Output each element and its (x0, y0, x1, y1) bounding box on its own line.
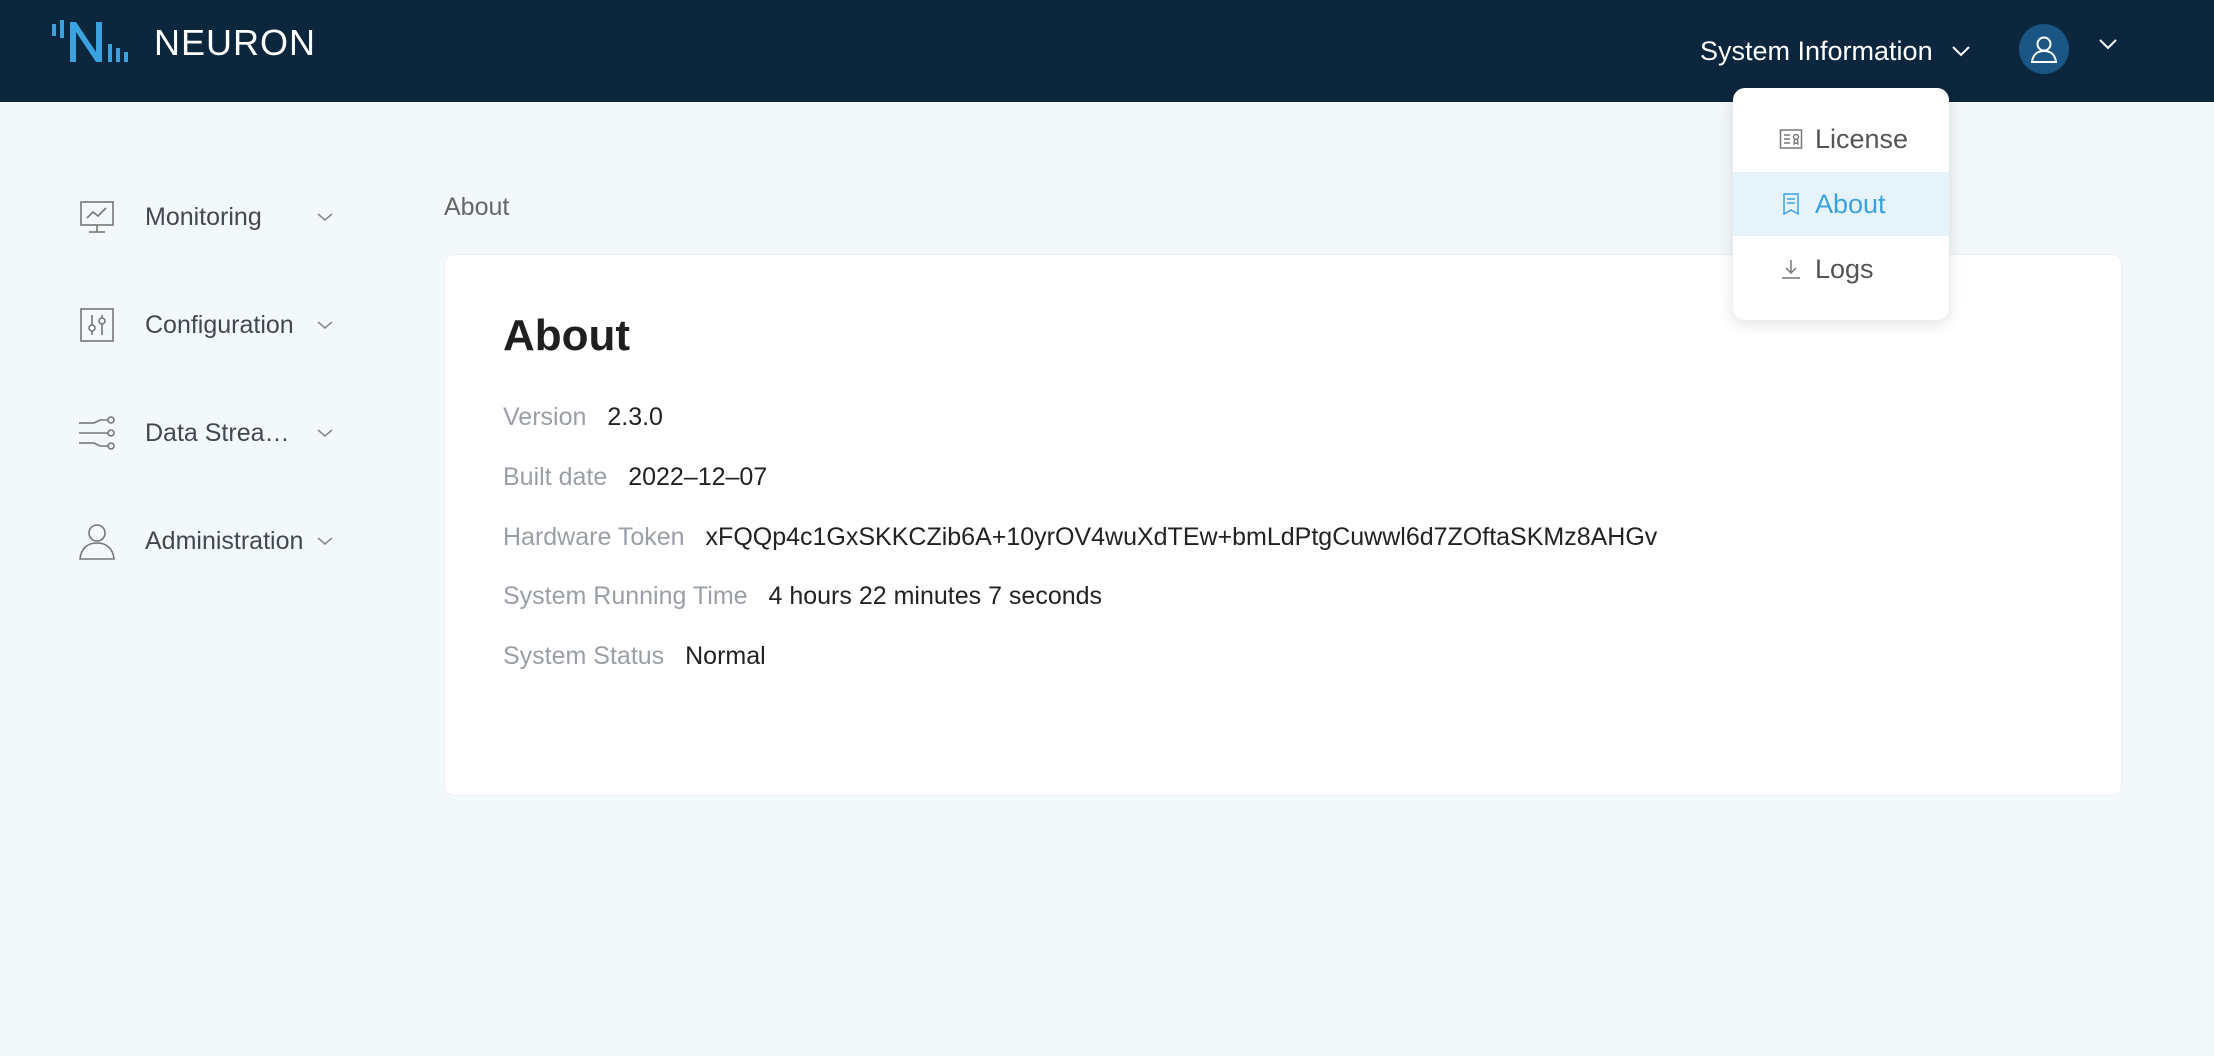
system-information-dropdown: License About Logs (1733, 88, 1949, 320)
info-value: xFQQp4c1GxSKKCZib6A+10yrOV4wuXdTEw+bmLdP… (705, 523, 1658, 551)
download-icon (1782, 260, 1800, 279)
chevron-down-icon (317, 537, 333, 546)
info-value: 4 hours 22 minutes 7 seconds (768, 582, 1103, 610)
about-card: About Version 2.3.0 Built date 2022–12–0… (444, 254, 2122, 796)
breadcrumb: About (444, 193, 510, 221)
user-icon (76, 520, 118, 562)
page-title: About (503, 311, 631, 360)
top-header: NEURON System Information (0, 0, 2214, 102)
info-row-built-date: Built date 2022–12–07 (503, 463, 767, 492)
neuron-logo-icon (52, 20, 128, 62)
user-avatar[interactable] (2019, 24, 2069, 74)
user-menu-chevron-icon[interactable] (2098, 38, 2118, 50)
status-value: Normal (685, 642, 766, 670)
sidebar-item-label: Data Stream Processing (145, 418, 309, 447)
chevron-down-icon (1951, 46, 1970, 57)
info-key: System Running Time (503, 582, 748, 610)
brand-name: NEURON (154, 22, 317, 63)
sidebar-item-label: Monitoring (145, 202, 262, 231)
info-value: 2.3.0 (607, 403, 663, 431)
user-icon (2030, 36, 2058, 63)
sidebar-item-label: Administration (145, 526, 304, 555)
menu-item-label: About (1815, 188, 1886, 219)
menu-item-about[interactable]: About (1733, 172, 1949, 236)
sidebar-item-administration[interactable]: Administration (76, 511, 338, 571)
sidebar-item-configuration[interactable]: Configuration (76, 295, 338, 355)
chevron-down-icon (317, 213, 333, 222)
info-row-system-running-time: System Running Time 4 hours 22 minutes 7… (503, 582, 1102, 611)
data-stream-icon (76, 412, 118, 454)
bookmark-icon (1783, 193, 1799, 216)
chevron-down-icon (317, 429, 333, 438)
sliders-icon (76, 304, 118, 346)
neuron-logo[interactable] (50, 18, 136, 68)
info-key: System Status (503, 642, 665, 670)
info-key: Version (503, 403, 587, 431)
system-information-label: System Information (1700, 35, 1933, 66)
sidebar-item-data-stream-processing[interactable]: Data Stream Processing (76, 403, 338, 463)
menu-item-logs[interactable]: Logs (1733, 237, 1949, 301)
sidebar: Monitoring Configuration Data Stream P A… (0, 102, 360, 1056)
sidebar-item-monitoring[interactable]: Monitoring (76, 187, 338, 247)
info-key: Built date (503, 463, 608, 491)
info-key: Hardware Token (503, 523, 685, 551)
info-row-hardware-token: Hardware Token xFQQp4c1GxSKKCZib6A+10yrO… (503, 523, 1657, 552)
chevron-down-icon (317, 321, 333, 330)
menu-item-label: Logs (1815, 253, 1874, 284)
monitor-chart-icon (76, 196, 118, 238)
menu-item-license[interactable]: License (1733, 107, 1949, 171)
info-row-system-status: System Status Normal (503, 642, 766, 671)
info-row-version: Version 2.3.0 (503, 403, 663, 432)
license-icon (1779, 129, 1803, 149)
sidebar-item-label: Configuration (145, 310, 294, 339)
system-information-menu[interactable]: System Information (1700, 30, 1971, 72)
menu-item-label: License (1815, 123, 1909, 154)
info-value: 2022–12–07 (628, 463, 768, 491)
